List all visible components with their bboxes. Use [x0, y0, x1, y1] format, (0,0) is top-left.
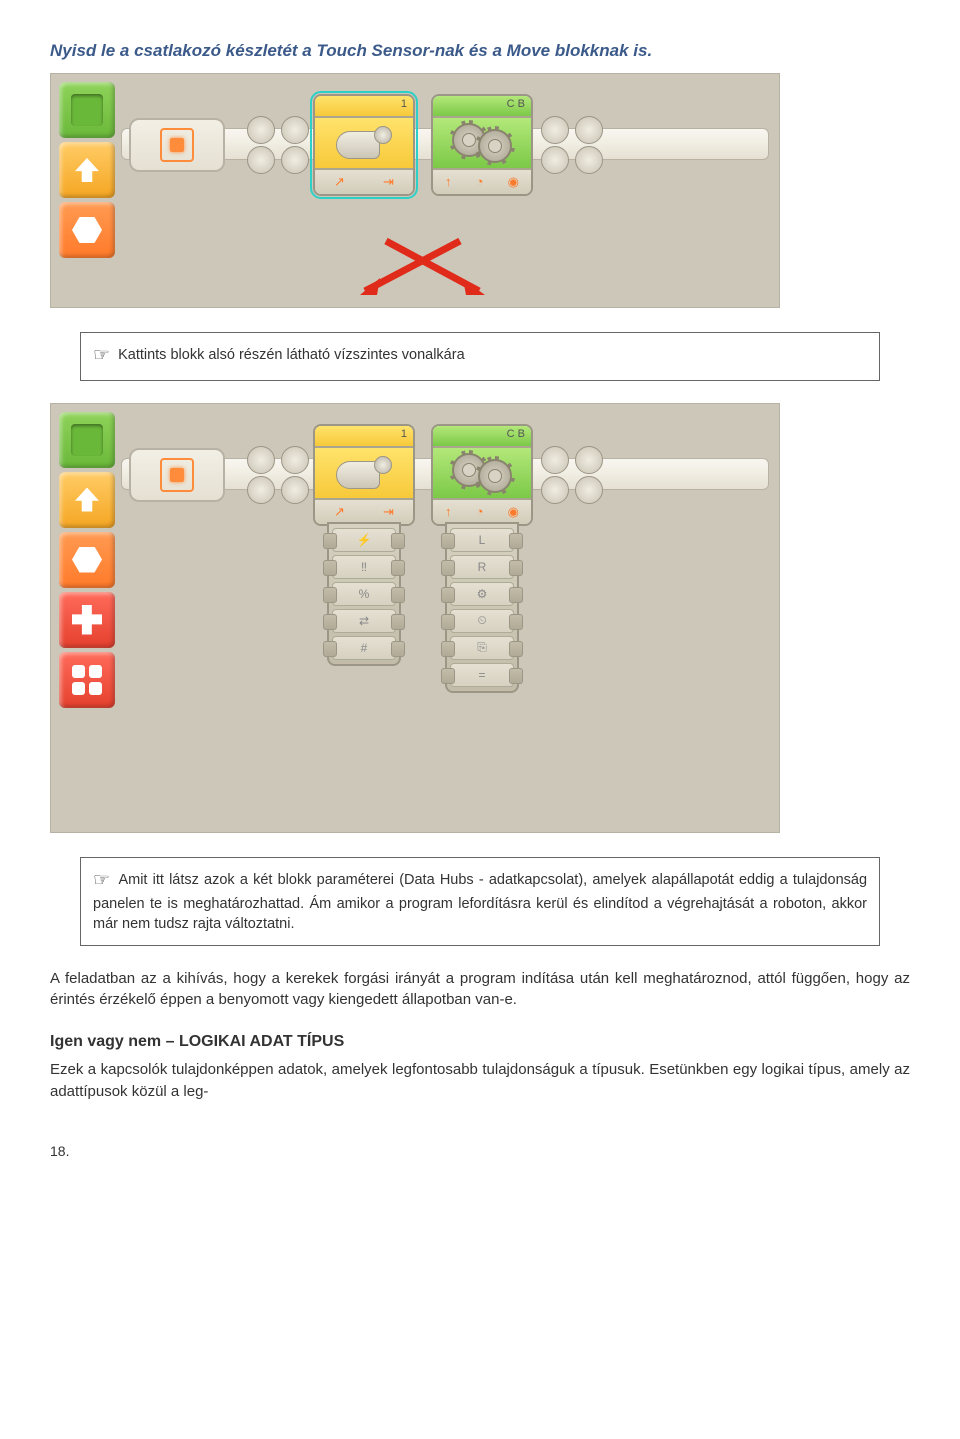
- hub-row[interactable]: ⚙: [450, 582, 514, 606]
- block-footer: ↑ ◔ ◉: [433, 168, 531, 194]
- touch-sensor-block[interactable]: 1 ↗ ⇥: [313, 94, 415, 196]
- footer-icon: ◉: [508, 174, 519, 190]
- palette-hex-button[interactable]: [59, 532, 115, 588]
- footer-icon: ↑: [445, 174, 452, 189]
- body-paragraph: A feladatban az a kihívás, hogy a kereke…: [50, 968, 910, 1012]
- block-port-strip: 1: [315, 426, 413, 448]
- callout-text: Amit itt látsz azok a két blokk paraméte…: [93, 872, 867, 933]
- hub-row[interactable]: ‼: [332, 555, 396, 579]
- hub-row[interactable]: ⚡: [332, 528, 396, 552]
- fig1-canvas: 1 ↗ ⇥ C B ↑ ◔ ◉: [50, 73, 780, 308]
- connector-pair: [575, 446, 603, 506]
- page-number: 18.: [50, 1143, 910, 1159]
- move-block[interactable]: C B ↑ ◔ ◉: [431, 94, 533, 196]
- port-label: 1: [401, 98, 407, 110]
- touch-datahub[interactable]: ⚡ ‼ % ⇄ #: [327, 522, 401, 666]
- block-port-strip: C B: [433, 96, 531, 118]
- port-label: C B: [507, 428, 525, 440]
- connector-pair: [541, 446, 569, 506]
- footer-icon: ↗: [334, 174, 345, 190]
- touch-sensor-block[interactable]: 1 ↗ ⇥: [313, 424, 415, 526]
- document-title: Nyisd le a csatlakozó készletét a Touch …: [50, 40, 910, 63]
- palette-hex-button[interactable]: [59, 202, 115, 258]
- section-heading: Igen vagy nem – LOGIKAI ADAT TÍPUS: [50, 1033, 910, 1051]
- palette-arrow-button[interactable]: [59, 142, 115, 198]
- section-body: Ezek a kapcsolók tulajdonképpen adatok, …: [50, 1059, 910, 1103]
- block-palette: [59, 412, 115, 708]
- footer-icon: ⇥: [383, 504, 394, 520]
- block-footer: ↗ ⇥: [315, 498, 413, 524]
- footer-icon: ◉: [508, 504, 519, 520]
- move-datahub[interactable]: L R ⚙ ⏲ ⎘ =: [445, 522, 519, 693]
- red-annotation-arrow: [305, 233, 465, 303]
- palette-play-button[interactable]: [59, 412, 115, 468]
- connector-pair: [281, 116, 309, 176]
- pointing-hand-icon: ☞: [93, 870, 110, 891]
- port-label: C B: [507, 98, 525, 110]
- start-block[interactable]: [129, 448, 225, 502]
- palette-grid-button[interactable]: [59, 652, 115, 708]
- pointing-hand-icon: ☞: [93, 345, 110, 366]
- hub-row[interactable]: L: [450, 528, 514, 552]
- move-block[interactable]: C B ↑ ◔ ◉: [431, 424, 533, 526]
- hub-row[interactable]: ⏲: [450, 609, 514, 633]
- palette-arrow-button[interactable]: [59, 472, 115, 528]
- figure-1: 1 ↗ ⇥ C B ↑ ◔ ◉: [50, 73, 910, 308]
- gears-icon: [433, 448, 531, 498]
- hub-row[interactable]: ⎘: [450, 636, 514, 660]
- footer-icon: ⇥: [383, 174, 394, 190]
- fig2-canvas: 1 ↗ ⇥ C B ↑ ◔ ◉ ⚡ ‼ %: [50, 403, 780, 833]
- connector-pair: [247, 116, 275, 176]
- figure-2: 1 ↗ ⇥ C B ↑ ◔ ◉ ⚡ ‼ %: [50, 403, 910, 833]
- footer-icon: ↗: [334, 504, 345, 520]
- footer-icon: ◔: [476, 504, 484, 519]
- block-footer: ↑ ◔ ◉: [433, 498, 531, 524]
- hub-row[interactable]: #: [332, 636, 396, 660]
- start-block[interactable]: [129, 118, 225, 172]
- touch-icon: [315, 118, 413, 168]
- gears-icon: [433, 118, 531, 168]
- callout-1: ☞ Kattints blokk alsó részén látható víz…: [80, 332, 880, 381]
- block-footer: ↗ ⇥: [315, 168, 413, 194]
- touch-icon: [315, 448, 413, 498]
- block-port-strip: C B: [433, 426, 531, 448]
- hub-row[interactable]: R: [450, 555, 514, 579]
- palette-play-button[interactable]: [59, 82, 115, 138]
- block-palette: [59, 82, 115, 258]
- connector-pair: [575, 116, 603, 176]
- red-annotation-arrow: [381, 233, 541, 303]
- block-port-strip: 1: [315, 96, 413, 118]
- hub-row[interactable]: =: [450, 663, 514, 687]
- footer-icon: ↑: [445, 504, 452, 519]
- connector-pair: [541, 116, 569, 176]
- palette-cross-button[interactable]: [59, 592, 115, 648]
- hub-row[interactable]: %: [332, 582, 396, 606]
- callout-text: Kattints blokk alsó részén látható vízsz…: [118, 347, 465, 363]
- hub-row[interactable]: ⇄: [332, 609, 396, 633]
- footer-icon: ◔: [476, 174, 484, 189]
- callout-2: ☞ Amit itt látsz azok a két blokk paramé…: [80, 857, 880, 946]
- connector-pair: [247, 446, 275, 506]
- port-label: 1: [401, 428, 407, 440]
- connector-pair: [281, 446, 309, 506]
